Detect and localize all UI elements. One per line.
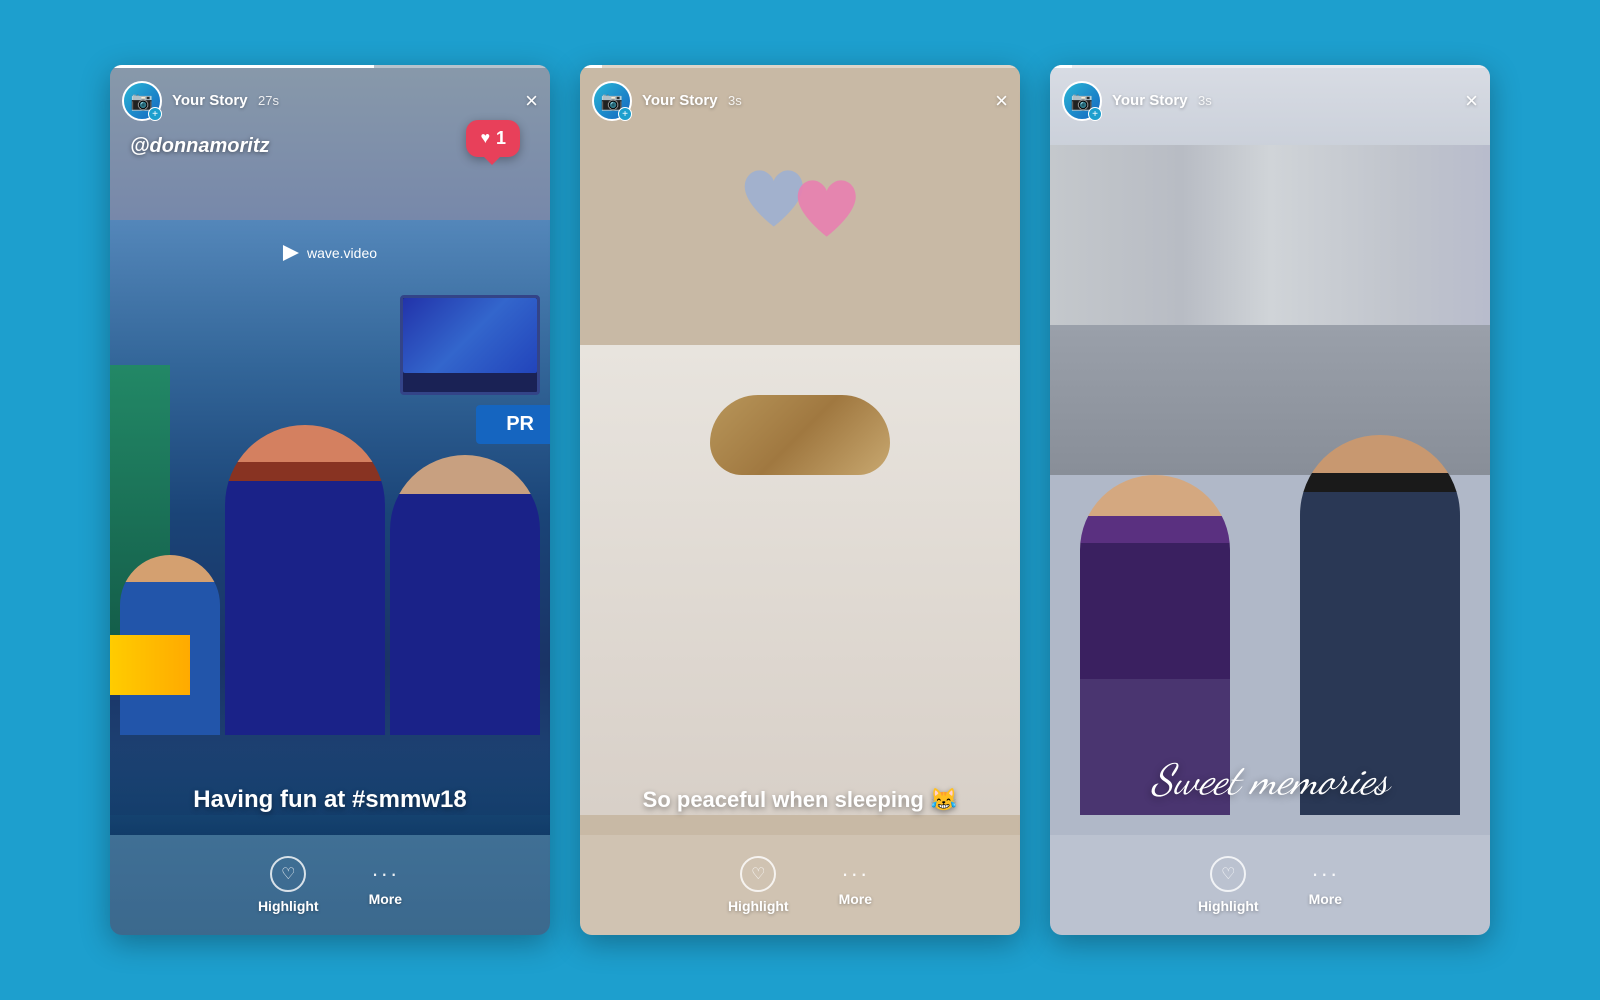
progress-bar-3 (1050, 65, 1490, 68)
highlight-btn-1[interactable]: ♡ Highlight (258, 856, 319, 914)
heart-pink-icon (790, 175, 863, 248)
more-dots-2: ··· (841, 863, 869, 885)
city-background (1050, 65, 1490, 815)
avatar-1: 📷 + (122, 81, 162, 121)
person-2 (225, 425, 385, 735)
avatar-plus-2: + (618, 107, 632, 121)
close-btn-3[interactable]: × (1465, 90, 1478, 112)
avatar-3: 📷 + (1062, 81, 1102, 121)
heart-icon-2: ♡ (751, 864, 765, 884)
story-header-3: 📷 + Your Story 3s × (1050, 73, 1490, 129)
story-card-3: 📷 + Your Story 3s × Sweet memories ♡ Hig… (1050, 65, 1490, 935)
highlight-icon-2: ♡ (740, 856, 776, 892)
story-header-2: 📷 + Your Story 3s × (580, 73, 1020, 129)
highlight-btn-2[interactable]: ♡ Highlight (728, 856, 789, 914)
more-dots-3: ··· (1311, 863, 1339, 885)
pr-banner: PR (476, 405, 550, 444)
buildings (1050, 145, 1490, 345)
caption-area-1: Having fun at #smmw18 (110, 744, 550, 835)
highlight-label-3: Highlight (1198, 898, 1259, 914)
story-title-3: Your Story (1112, 92, 1188, 109)
progress-bar-1 (110, 65, 550, 68)
story-meta-3: Your Story 3s (1112, 92, 1465, 110)
actions-bar-2: ♡ Highlight ··· More (580, 835, 1020, 935)
wave-video-logo: wave.video (283, 245, 377, 261)
avatar-plus-3: + (1088, 107, 1102, 121)
person-3 (390, 455, 540, 735)
monitor-shape (400, 295, 540, 395)
story-meta-2: Your Story 3s (642, 92, 995, 110)
story-title-2: Your Story (642, 92, 718, 109)
play-icon (283, 245, 299, 261)
sweet-memories-overlay: Sweet memories (1050, 754, 1490, 805)
more-label-2: More (839, 891, 872, 907)
bed-area (580, 345, 1020, 815)
progress-bar-2 (580, 65, 1020, 68)
avatar-plus-1: + (148, 107, 162, 121)
yellow-accent (110, 635, 190, 695)
story-time-1: 27s (258, 93, 279, 108)
monitor-screen (403, 298, 537, 373)
more-btn-3[interactable]: ··· More (1309, 863, 1342, 907)
cat-silhouette (710, 395, 890, 475)
caption-text-1: Having fun at #smmw18 (130, 784, 530, 815)
avatar-2: 📷 + (592, 81, 632, 121)
highlight-icon-1: ♡ (270, 856, 306, 892)
caption-area-2: So peaceful when sleeping 😹 (580, 766, 1020, 835)
highlight-btn-3[interactable]: ♡ Highlight (1198, 856, 1259, 914)
more-btn-1[interactable]: ··· More (369, 863, 402, 907)
sweet-memories-text: Sweet memories (1151, 754, 1389, 805)
story-time-3: 3s (1198, 93, 1212, 108)
more-label-1: More (369, 891, 402, 907)
progress-fill-2 (580, 65, 602, 68)
wave-logo-text: wave.video (307, 245, 377, 261)
actions-bar-1: ♡ Highlight ··· More (110, 835, 550, 935)
heart-notification-icon: ♥ (480, 130, 490, 148)
actions-bar-3: ♡ Highlight ··· More (1050, 835, 1490, 935)
close-btn-1[interactable]: × (525, 90, 538, 112)
progress-fill-1 (110, 65, 374, 68)
highlight-label-1: Highlight (258, 898, 319, 914)
progress-fill-3 (1050, 65, 1072, 68)
more-btn-2[interactable]: ··· More (839, 863, 872, 907)
story-meta-1: Your Story 27s (172, 92, 525, 110)
highlight-label-2: Highlight (728, 898, 789, 914)
heart-icon-1: ♡ (281, 864, 295, 884)
mention-tag: @donnamoritz (130, 135, 270, 158)
story-image-1: wave.video PR (110, 215, 550, 815)
notification-count: 1 (496, 128, 506, 149)
story-card-2: 📷 + Your Story 3s × So peaceful when sle… (580, 65, 1020, 935)
close-btn-2[interactable]: × (995, 90, 1008, 112)
heart-icon-3: ♡ (1221, 864, 1235, 884)
story-card-1: 📷 + Your Story 27s × @donnamoritz ♥ 1 wa… (110, 65, 550, 935)
more-label-3: More (1309, 891, 1342, 907)
more-dots-1: ··· (371, 863, 399, 885)
hearts-overlay (738, 165, 863, 248)
story-time-2: 3s (728, 93, 742, 108)
highlight-icon-3: ♡ (1210, 856, 1246, 892)
story-header-1: 📷 + Your Story 27s × (110, 73, 550, 129)
caption-text-2: So peaceful when sleeping 😹 (600, 786, 1000, 815)
story-title-1: Your Story (172, 92, 248, 109)
